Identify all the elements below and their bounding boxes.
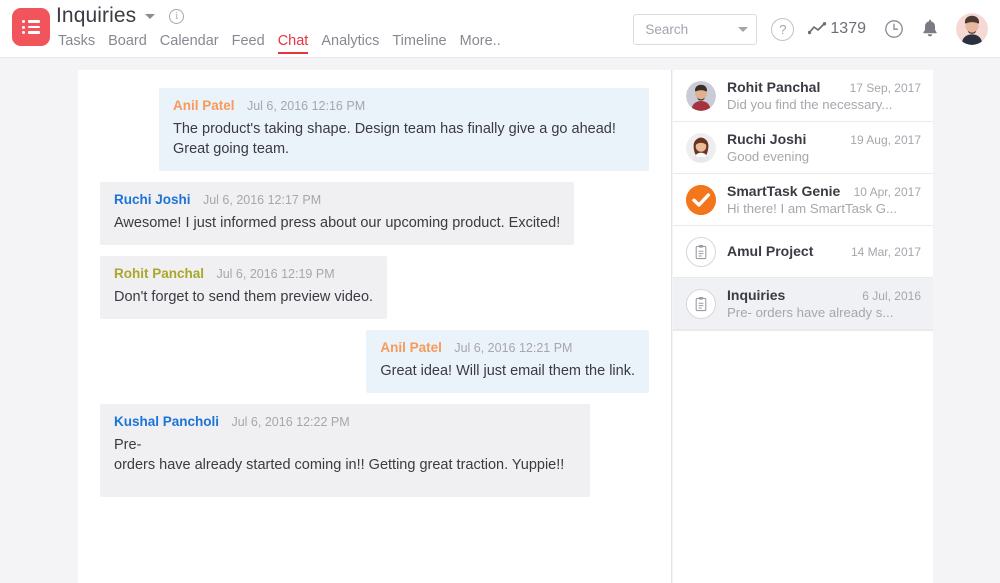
conversation-text: SmartTask Genie 10 Apr, 2017 Hi there! I… — [727, 183, 921, 216]
message-text: Great idea! Will just email them the lin… — [380, 361, 635, 381]
genie-check-icon — [686, 185, 716, 215]
message-author: Anil Patel — [173, 98, 235, 113]
tab-tasks[interactable]: Tasks — [58, 33, 95, 54]
chat-message: Ruchi Joshi Jul 6, 2016 12:17 PM Awesome… — [100, 182, 649, 245]
chat-message-panel: Anil Patel Jul 6, 2016 12:16 PM The prod… — [78, 70, 672, 583]
chat-message: Anil Patel Jul 6, 2016 12:21 PM Great id… — [100, 330, 649, 393]
conversation-sidebar: Rohit Panchal 17 Sep, 2017 Did you find … — [673, 70, 933, 583]
conversation-date: 6 Jul, 2016 — [862, 289, 921, 303]
conversation-item-smarttask-genie[interactable]: SmartTask Genie 10 Apr, 2017 Hi there! I… — [673, 174, 933, 226]
conversation-name: Amul Project — [727, 243, 813, 259]
conversation-item-ruchi-joshi[interactable]: Ruchi Joshi 19 Aug, 2017 Good evening — [673, 122, 933, 174]
info-icon[interactable]: i — [169, 9, 184, 24]
conversation-preview: Pre- orders have already s... — [727, 305, 921, 320]
message-bubble: Rohit Panchal Jul 6, 2016 12:19 PM Don't… — [100, 256, 387, 319]
trend-line-icon — [808, 22, 827, 36]
message-author: Anil Patel — [380, 340, 442, 355]
chevron-down-icon[interactable] — [738, 27, 748, 32]
avatar — [686, 81, 716, 111]
conversation-text: Ruchi Joshi 19 Aug, 2017 Good evening — [727, 131, 921, 164]
message-author: Ruchi Joshi — [114, 192, 191, 207]
message-timestamp: Jul 6, 2016 12:22 PM — [231, 415, 349, 429]
message-timestamp: Jul 6, 2016 12:17 PM — [203, 193, 321, 207]
app-root: Inquiries i Tasks Board Calendar Feed Ch… — [0, 0, 1000, 583]
help-button[interactable]: ? — [771, 18, 794, 41]
header-actions: Search ? 1379 — [633, 0, 988, 58]
message-meta: Ruchi Joshi Jul 6, 2016 12:17 PM — [114, 192, 560, 208]
message-bubble: Anil Patel Jul 6, 2016 12:16 PM The prod… — [159, 88, 649, 171]
clock-icon[interactable] — [884, 19, 904, 39]
message-meta: Anil Patel Jul 6, 2016 12:21 PM — [380, 340, 635, 356]
conversation-item-amul-project[interactable]: Amul Project 14 Mar, 2017 — [673, 226, 933, 278]
conversation-preview: Hi there! I am SmartTask G... — [727, 201, 921, 216]
search-placeholder: Search — [645, 22, 738, 37]
search-input[interactable]: Search — [633, 14, 757, 45]
tab-more[interactable]: More.. — [460, 33, 501, 54]
conversation-date: 17 Sep, 2017 — [850, 81, 921, 95]
conversation-list: Rohit Panchal 17 Sep, 2017 Did you find … — [673, 70, 933, 331]
conversation-name: Inquiries — [727, 287, 785, 303]
conversation-preview: Did you find the necessary... — [727, 97, 921, 112]
chat-message-list: Anil Patel Jul 6, 2016 12:16 PM The prod… — [78, 70, 671, 497]
message-text: Awesome! I just informed press about our… — [114, 213, 560, 233]
tab-timeline[interactable]: Timeline — [392, 33, 446, 54]
conversation-date: 19 Aug, 2017 — [850, 133, 921, 147]
message-author: Rohit Panchal — [114, 266, 204, 281]
tab-feed[interactable]: Feed — [232, 33, 265, 54]
message-meta: Anil Patel Jul 6, 2016 12:16 PM — [173, 98, 635, 114]
nav-tabs: Tasks Board Calendar Feed Chat Analytics… — [58, 33, 514, 54]
conversation-preview: Good evening — [727, 149, 921, 164]
user-avatar[interactable] — [956, 13, 988, 45]
tab-calendar[interactable]: Calendar — [160, 33, 219, 54]
conversation-name: SmartTask Genie — [727, 183, 840, 199]
message-timestamp: Jul 6, 2016 12:16 PM — [247, 99, 365, 113]
message-bubble: Ruchi Joshi Jul 6, 2016 12:17 PM Awesome… — [100, 182, 574, 245]
conversation-item-inquiries[interactable]: Inquiries 6 Jul, 2016 Pre- orders have a… — [673, 278, 933, 330]
chat-message: Anil Patel Jul 6, 2016 12:16 PM The prod… — [100, 88, 649, 171]
message-meta: Rohit Panchal Jul 6, 2016 12:19 PM — [114, 266, 373, 282]
conversation-item-rohit-panchal[interactable]: Rohit Panchal 17 Sep, 2017 Did you find … — [673, 70, 933, 122]
chat-message: Kushal Pancholi Jul 6, 2016 12:22 PM Pre… — [100, 404, 649, 497]
avatar — [686, 133, 716, 163]
logo-lines — [22, 17, 40, 36]
message-text: Pre- orders have already started coming … — [114, 435, 576, 475]
message-bubble: Kushal Pancholi Jul 6, 2016 12:22 PM Pre… — [100, 404, 590, 497]
tab-analytics[interactable]: Analytics — [321, 33, 379, 54]
points-indicator[interactable]: 1379 — [808, 20, 866, 38]
conversation-date: 14 Mar, 2017 — [851, 245, 921, 259]
conversation-date: 10 Apr, 2017 — [854, 185, 921, 199]
conversation-name: Ruchi Joshi — [727, 131, 806, 147]
clipboard-icon — [686, 289, 716, 319]
clipboard-icon — [686, 237, 716, 267]
chat-message: Rohit Panchal Jul 6, 2016 12:19 PM Don't… — [100, 256, 649, 319]
conversation-text: Amul Project 14 Mar, 2017 — [727, 243, 921, 261]
message-author: Kushal Pancholi — [114, 414, 219, 429]
conversation-text: Rohit Panchal 17 Sep, 2017 Did you find … — [727, 79, 921, 112]
app-header: Inquiries i Tasks Board Calendar Feed Ch… — [0, 0, 1000, 58]
tab-board[interactable]: Board — [108, 33, 147, 54]
tab-chat[interactable]: Chat — [278, 33, 309, 54]
message-timestamp: Jul 6, 2016 12:19 PM — [216, 267, 334, 281]
conversation-text: Inquiries 6 Jul, 2016 Pre- orders have a… — [727, 287, 921, 320]
bell-notification-icon[interactable] — [921, 19, 939, 39]
project-title-row: Inquiries i — [56, 4, 184, 28]
message-bubble: Anil Patel Jul 6, 2016 12:21 PM Great id… — [366, 330, 649, 393]
message-meta: Kushal Pancholi Jul 6, 2016 12:22 PM — [114, 414, 576, 430]
page-title: Inquiries — [56, 4, 136, 28]
list-logo-icon[interactable] — [12, 8, 50, 46]
message-text: Don't forget to send them preview video. — [114, 287, 373, 307]
points-value: 1379 — [830, 20, 866, 38]
message-text: The product's taking shape. Design team … — [173, 119, 635, 159]
conversation-name: Rohit Panchal — [727, 79, 820, 95]
chevron-down-icon[interactable] — [145, 14, 155, 19]
message-timestamp: Jul 6, 2016 12:21 PM — [454, 341, 572, 355]
